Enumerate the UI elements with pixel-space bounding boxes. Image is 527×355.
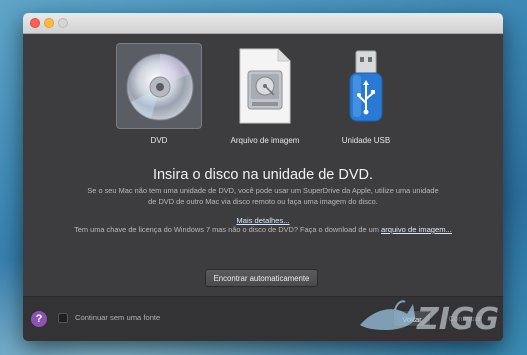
license-text: Tem uma chave de licença do Windows 7 ma…: [74, 225, 379, 234]
watermark-text: ZIGG: [416, 302, 499, 337]
title-bar: [23, 13, 503, 34]
minimize-button[interactable]: [44, 18, 54, 28]
usb-drive-icon: [349, 50, 383, 122]
more-details-link[interactable]: Mais detalhes...: [236, 216, 289, 225]
source-image-file[interactable]: [222, 43, 308, 129]
page-title: Insira o disco na unidade de DVD.: [152, 167, 374, 183]
close-button[interactable]: [30, 18, 40, 28]
checkbox-label: Continuar sem uma fonte: [75, 313, 161, 322]
help-button[interactable]: ?: [31, 311, 47, 327]
find-automatically-button[interactable]: Encontrar automaticamente: [205, 269, 318, 287]
source-usb[interactable]: [323, 43, 409, 129]
zigg-watermark-logo: ZIGG: [360, 300, 499, 337]
disk-image-file-icon: [239, 48, 291, 124]
zoom-button[interactable]: [58, 18, 68, 28]
continue-without-source-checkbox[interactable]: [58, 313, 68, 323]
description-text: Se o seu Mac não tem uma unidade de DVD,…: [87, 186, 439, 206]
license-row: Tem uma chave de licença do Windows 7 ma…: [23, 225, 503, 234]
source-usb-label: Unidade USB: [341, 136, 391, 145]
dvd-disc-icon: [126, 53, 194, 121]
image-file-link[interactable]: arquivo de imagem...: [381, 225, 452, 234]
source-dvd[interactable]: [116, 43, 202, 129]
